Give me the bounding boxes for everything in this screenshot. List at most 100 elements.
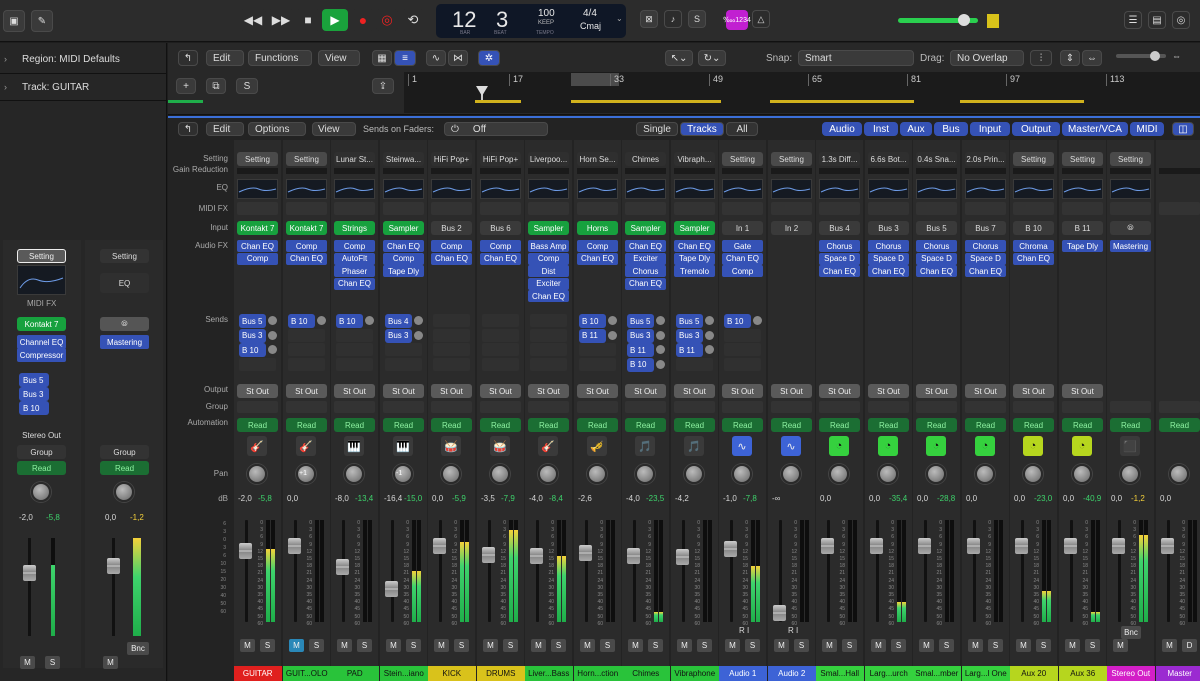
midi-fx-slot[interactable]	[1110, 202, 1151, 215]
pan-knob[interactable]	[781, 464, 801, 484]
midi-fx-slot[interactable]	[237, 202, 278, 215]
audio-fx-slot[interactable]: Chorus	[625, 265, 666, 277]
volume-db[interactable]: -1,0	[723, 494, 737, 503]
solo-button[interactable]: S	[697, 639, 712, 652]
audio-fx-slot[interactable]: Chan EQ	[383, 240, 424, 252]
track-disclosure[interactable]: ›	[4, 82, 7, 92]
channel-setting[interactable]: Setting	[237, 152, 278, 166]
automation-mode[interactable]: Read	[577, 418, 618, 432]
audio-fx-slot[interactable]: Exciter	[625, 252, 666, 265]
volume-db[interactable]: -3,5	[481, 494, 495, 503]
send-level-knob[interactable]	[705, 316, 714, 325]
channel-output[interactable]: St Out	[1013, 384, 1054, 398]
midi-fx-slot[interactable]	[674, 202, 715, 215]
channel-input[interactable]: Sampler	[625, 221, 666, 235]
channel-output[interactable]: St Out	[383, 384, 424, 398]
channel-eq-thumbnail[interactable]	[819, 179, 860, 199]
pencil-button[interactable]: ✎	[31, 10, 53, 32]
solo-button[interactable]: S	[939, 639, 954, 652]
pan-knob[interactable]	[1169, 464, 1189, 484]
send-level-knob[interactable]	[705, 330, 714, 340]
audio-fx-slot[interactable]: Chan EQ	[965, 265, 1006, 277]
solo-button[interactable]: S	[794, 639, 809, 652]
send-empty-slot[interactable]	[288, 357, 325, 371]
snap-select[interactable]: Smart	[798, 50, 914, 66]
channel-setting[interactable]: Setting	[1110, 152, 1151, 166]
secondary-tool[interactable]: ↻⌄	[698, 50, 726, 66]
volume-db[interactable]: -4,0	[529, 494, 543, 503]
automation-mode[interactable]: Read	[868, 418, 909, 432]
mute-button[interactable]: M	[240, 639, 255, 652]
master-volume-knob[interactable]	[958, 14, 970, 26]
channel-name[interactable]: Aux 36	[1059, 666, 1107, 681]
volume-db[interactable]: -4,2	[675, 494, 689, 503]
group-slot[interactable]	[480, 401, 521, 413]
send-level-knob[interactable]	[414, 330, 423, 340]
send-slot[interactable]: B 10	[336, 314, 363, 328]
channel-setting[interactable]: Steinwa...	[383, 152, 424, 166]
replace-button[interactable]: ⊠	[640, 10, 658, 28]
mute-button[interactable]: M	[1113, 639, 1128, 652]
audio-fx-slot[interactable]: Chan EQ	[722, 252, 763, 265]
channel-input[interactable]: ⦾	[1110, 221, 1151, 235]
send-empty-slot[interactable]	[482, 314, 519, 327]
pan-knob[interactable]	[1072, 464, 1092, 484]
group-slot[interactable]	[334, 401, 375, 413]
audio-fx-slot[interactable]: Comp	[286, 240, 327, 252]
channel-eq-thumbnail[interactable]	[916, 179, 957, 199]
audio-fx-slot[interactable]: Chan EQ	[528, 290, 569, 302]
solo-button[interactable]: D	[1182, 639, 1197, 652]
filter-midi[interactable]: MIDI	[1130, 122, 1164, 136]
mixer-layout-button[interactable]: ◫	[1172, 122, 1194, 136]
mixer-view-menu[interactable]: View	[312, 122, 356, 136]
inspector-a-fx-2[interactable]: Compressor	[17, 348, 66, 362]
inspector-a-send-2[interactable]: Bus 3	[19, 387, 49, 401]
lcd-dropdown-icon[interactable]: ⌄	[616, 14, 623, 23]
send-empty-slot[interactable]	[288, 328, 325, 342]
mute-button[interactable]: M	[580, 639, 595, 652]
midi-fx-slot[interactable]	[965, 202, 1006, 215]
pan-knob[interactable]	[684, 464, 704, 484]
volume-db[interactable]: 0,0	[432, 494, 443, 503]
back-button[interactable]: ↰	[178, 50, 198, 66]
channel-eq-thumbnail[interactable]	[722, 179, 763, 199]
send-slot[interactable]: B 11	[676, 343, 703, 357]
solo-button[interactable]: S	[503, 639, 518, 652]
audio-fx-slot[interactable]: Chan EQ	[916, 265, 957, 277]
tracks-functions-menu[interactable]: Functions	[248, 50, 312, 66]
group-slot[interactable]	[868, 401, 909, 413]
inspector-a-db[interactable]: -2,0	[19, 513, 33, 522]
send-level-knob[interactable]	[317, 316, 326, 325]
channel-input[interactable]: Bus 7	[965, 221, 1006, 235]
channel-eq-thumbnail[interactable]	[286, 179, 327, 199]
audio-fx-slot[interactable]: Space D	[916, 252, 957, 265]
group-slot[interactable]	[528, 401, 569, 413]
send-empty-slot[interactable]	[724, 328, 761, 342]
cycle-button[interactable]: ⟲	[402, 9, 424, 31]
channel-output[interactable]: St Out	[480, 384, 521, 398]
region-header[interactable]: Region: MIDI Defaults	[22, 54, 120, 65]
audio-fx-slot[interactable]: Chan EQ	[625, 277, 666, 290]
volume-db[interactable]: -4,0	[626, 494, 640, 503]
pan-knob[interactable]	[732, 464, 752, 484]
channel-input[interactable]: Strings	[334, 221, 375, 235]
send-empty-slot[interactable]	[239, 357, 276, 371]
audio-fx-slot[interactable]: Chan EQ	[286, 252, 327, 265]
midi-fx-slot[interactable]	[334, 202, 375, 215]
send-slot[interactable]: B 10	[724, 314, 751, 328]
channel-input[interactable]: Horns	[577, 221, 618, 235]
send-empty-slot[interactable]	[530, 314, 567, 327]
channel-name[interactable]: Smal...mber	[913, 666, 961, 681]
mixer-back-button[interactable]: ↰	[178, 122, 198, 136]
channel-input[interactable]: B 10	[1013, 221, 1054, 235]
mute-button[interactable]: M	[725, 639, 740, 652]
channel-setting[interactable]: HiFi Pop+	[480, 152, 521, 166]
sends-on-faders-select[interactable]: ⏻ Off	[444, 122, 548, 136]
solo-button[interactable]: S	[600, 639, 615, 652]
automation-mode[interactable]: Read	[237, 418, 278, 432]
send-slot[interactable]: Bus 3	[385, 328, 412, 343]
pan-knob[interactable]	[1023, 464, 1043, 484]
list-view-button[interactable]: ≡	[394, 50, 416, 66]
inspector-b-mute[interactable]: M	[103, 656, 118, 669]
inspector-a-eq[interactable]	[17, 265, 66, 295]
